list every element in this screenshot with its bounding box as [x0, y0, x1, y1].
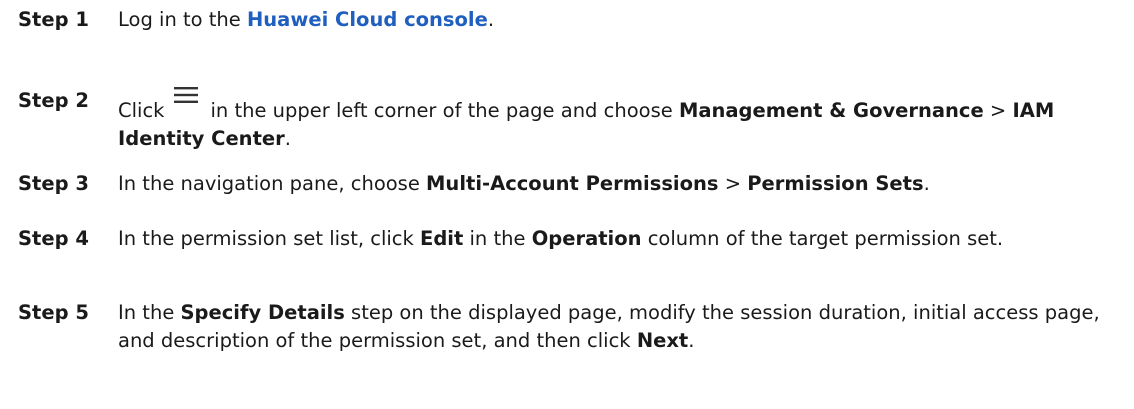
path-separator: > — [718, 172, 748, 195]
menu-path-multi-account-permissions: Multi-Account Permissions — [426, 172, 719, 195]
menu-path-management-governance: Management & Governance — [678, 99, 984, 122]
step-text-part: Log in to the — [118, 8, 247, 31]
step-label: Step 5 — [18, 301, 89, 324]
edit-action-term: Edit — [420, 227, 464, 250]
step-2: Step 2 Click in the upper left corner of … — [18, 87, 1118, 153]
step-3: Step 3 In the navigation pane, choose Mu… — [18, 170, 1118, 198]
step-text: In the Specify Details step on the displ… — [118, 299, 1118, 355]
step-text-part: In the navigation pane, choose — [118, 172, 427, 195]
step-text-part: in the upper left corner of the page and… — [210, 99, 679, 122]
step-label: Step 2 — [18, 89, 89, 112]
step-text-part: In the permission set list, click — [118, 227, 421, 250]
step-text-part: . — [284, 127, 291, 150]
huawei-cloud-console-link[interactable]: Huawei Cloud console — [247, 8, 488, 31]
step-5: Step 5 In the Specify Details step on th… — [18, 299, 1118, 355]
next-button-term: Next — [636, 329, 689, 352]
specify-details-term: Specify Details — [180, 301, 345, 324]
step-text: In the navigation pane, choose Multi-Acc… — [118, 170, 1118, 198]
path-separator: > — [983, 99, 1013, 122]
step-text-part: column of the target permission set. — [641, 227, 1004, 250]
step-text: Log in to the Huawei Cloud console. — [118, 6, 1118, 34]
step-1: Step 1 Log in to the Huawei Cloud consol… — [18, 6, 1118, 34]
step-text-part: . — [688, 329, 695, 352]
hamburger-menu-icon — [174, 87, 199, 103]
menu-path-permission-sets: Permission Sets — [747, 172, 924, 195]
step-4: Step 4 In the permission set list, click… — [18, 225, 1118, 253]
step-text-part: Click — [118, 99, 165, 122]
step-text: In the permission set list, click Edit i… — [118, 225, 1118, 253]
step-text-part: in the — [463, 227, 532, 250]
step-label: Step 4 — [18, 227, 89, 250]
procedure-steps: Step 1 Log in to the Huawei Cloud consol… — [0, 0, 1134, 409]
step-text-part: In the — [118, 301, 181, 324]
step-label: Step 3 — [18, 172, 89, 195]
step-text-part: . — [487, 8, 495, 31]
operation-column-term: Operation — [531, 227, 642, 250]
step-label: Step 1 — [18, 8, 89, 31]
step-text: Click in the upper left corner of the pag… — [118, 87, 1118, 153]
step-text-part: . — [923, 172, 930, 195]
